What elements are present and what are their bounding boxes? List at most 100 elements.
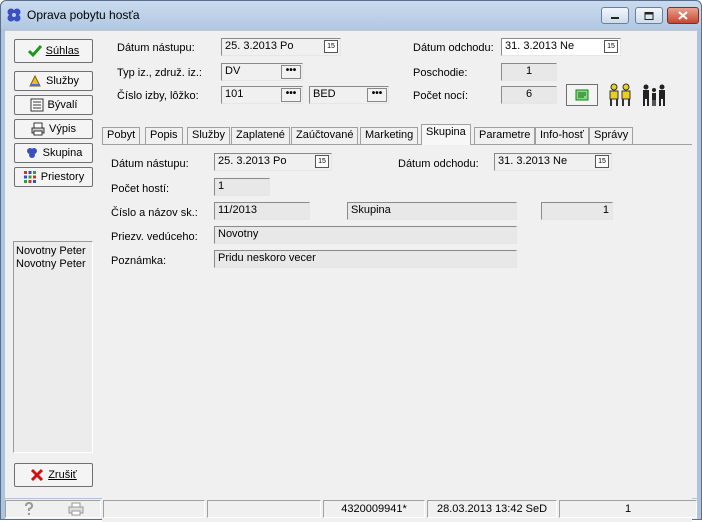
- guest-list-item[interactable]: Novotny Peter: [16, 258, 90, 271]
- tab-parametre[interactable]: Parametre: [474, 127, 536, 144]
- arrival-date-label: Dátum nástupu:: [117, 42, 195, 54]
- calendar-icon[interactable]: 15: [315, 155, 329, 168]
- two-adults-icon[interactable]: [607, 83, 633, 107]
- tab-zaplatene[interactable]: Zaplatené: [231, 127, 290, 144]
- group-arrival-value: 25. 3.2013 Po: [218, 155, 287, 167]
- calendar-icon[interactable]: 15: [324, 40, 338, 53]
- room-type-label: Typ iz., združ. iz.:: [117, 67, 202, 79]
- departure-date-value: 31. 3.2013 Ne: [505, 40, 575, 52]
- arrival-date-field[interactable]: 25. 3.2013 Po 15: [221, 38, 341, 56]
- guest-count-value: 1: [218, 180, 225, 192]
- note-field: Pridu neskoro vecer: [214, 250, 517, 268]
- group-count-value: 1: [602, 204, 609, 216]
- close-button[interactable]: [667, 7, 699, 24]
- status-bar: 4320009941* 28.03.2013 13:42 SeD 1: [5, 499, 697, 519]
- minimize-icon: [611, 16, 619, 19]
- guest-list-item[interactable]: Novotny Peter: [16, 245, 90, 258]
- accept-button-label: Súhlas: [45, 45, 80, 57]
- arrival-date-value: 25. 3.2013 Po: [225, 40, 294, 52]
- tab-skupina[interactable]: Skupina: [421, 124, 471, 145]
- group-number-field: 11/2013: [214, 202, 310, 220]
- services-icon: [29, 74, 41, 87]
- room-type-lookup-button[interactable]: •••: [281, 65, 301, 79]
- bed-value: BED: [313, 88, 336, 100]
- departure-date-field[interactable]: 31. 3.2013 Ne 15: [501, 38, 621, 56]
- status-code: 4320009941*: [323, 500, 425, 518]
- accept-button[interactable]: Súhlas: [14, 39, 93, 63]
- app-icon: [7, 8, 21, 22]
- note-icon: [575, 89, 589, 101]
- cancel-button-label: Zrušiť: [48, 469, 77, 481]
- list-icon: [30, 98, 44, 112]
- cancel-button[interactable]: Zrušiť: [14, 463, 93, 487]
- red-x-icon: [31, 468, 44, 482]
- print-button-label: Výpis: [49, 123, 76, 135]
- bed-lookup-button[interactable]: •••: [367, 88, 387, 102]
- leader-value: Novotny: [218, 228, 259, 240]
- floor-label: Poschodie:: [413, 67, 468, 79]
- group-button-label: Skupina: [42, 147, 83, 159]
- help-icon[interactable]: [23, 502, 35, 516]
- printer-icon[interactable]: [68, 502, 84, 516]
- group-name-field: Skupina: [347, 202, 517, 220]
- group-icon: [26, 148, 37, 158]
- note-button[interactable]: [566, 84, 598, 106]
- services-button-label: Služby: [45, 75, 80, 87]
- room-number-field[interactable]: 101 •••: [221, 86, 303, 104]
- tab-spravy[interactable]: Správy: [589, 127, 634, 144]
- tab-strip: Pobyt Popis Služby Zaplatené Zaúčtované …: [102, 124, 692, 145]
- title-bar: Oprava pobytu hosťa: [1, 1, 701, 29]
- departure-date-label: Dátum odchodu:: [413, 42, 494, 54]
- tab-pobyt[interactable]: Pobyt: [102, 127, 141, 144]
- guest-list[interactable]: Novotny Peter Novotny Peter: [13, 241, 93, 453]
- maximize-button[interactable]: [635, 7, 663, 24]
- group-name-value: Skupina: [351, 204, 391, 216]
- calendar-icon[interactable]: 15: [604, 40, 618, 53]
- services-button[interactable]: Služby: [14, 71, 93, 91]
- status-icons-cell: [5, 500, 101, 518]
- former-guests-button[interactable]: Bývalí: [14, 95, 93, 115]
- guest-count-label: Počet hostí:: [111, 183, 170, 195]
- room-type-field[interactable]: DV •••: [221, 63, 303, 81]
- dialog-body: Súhlas Služby Bývalí Výpis Skupina Pries…: [5, 30, 697, 522]
- group-arrival-field[interactable]: 25. 3.2013 Po 15: [214, 153, 332, 171]
- note-label: Poznámka:: [111, 255, 167, 267]
- group-count-field: 1: [541, 202, 613, 220]
- status-cell-empty: [103, 500, 205, 518]
- room-number-label: Číslo izby, lôžko:: [117, 90, 199, 102]
- minimize-button[interactable]: [601, 7, 629, 24]
- room-number-value: 101: [225, 88, 244, 100]
- tab-info-host[interactable]: Info-hosť: [535, 127, 589, 144]
- group-departure-field[interactable]: 31. 3.2013 Ne 15: [494, 153, 612, 171]
- tab-marketing[interactable]: Marketing: [360, 127, 419, 144]
- group-tab-panel: Dátum nástupu: 25. 3.2013 Po 15 Dátum od…: [102, 144, 692, 522]
- group-departure-value: 31. 3.2013 Ne: [498, 155, 568, 167]
- status-datetime: 28.03.2013 13:42 SeD: [427, 500, 557, 518]
- floor-value: 1: [525, 65, 533, 77]
- rooms-button-label: Priestory: [40, 171, 85, 183]
- bed-field[interactable]: BED •••: [309, 86, 389, 104]
- checkmark-icon: [27, 45, 42, 58]
- group-departure-label: Dátum odchodu:: [398, 158, 479, 170]
- tab-popis[interactable]: Popis: [145, 127, 183, 144]
- nights-label: Počet nocí:: [413, 90, 469, 102]
- rooms-button[interactable]: Priestory: [14, 167, 93, 187]
- calendar-icon[interactable]: 15: [595, 155, 609, 168]
- maximize-icon: [644, 11, 654, 20]
- note-value: Pridu neskoro vecer: [218, 252, 316, 264]
- print-button[interactable]: Výpis: [14, 119, 93, 139]
- leader-field: Novotny: [214, 226, 517, 244]
- printer-icon: [31, 122, 45, 136]
- floor-field: 1: [501, 63, 557, 81]
- tab-zauctovane[interactable]: Zaúčtované: [291, 127, 359, 144]
- group-button[interactable]: Skupina: [14, 143, 93, 163]
- room-lookup-button[interactable]: •••: [281, 88, 301, 102]
- status-page: 1: [559, 500, 697, 518]
- group-arrival-label: Dátum nástupu:: [111, 158, 189, 170]
- tab-sluzby[interactable]: Služby: [187, 127, 231, 144]
- nights-field: 6: [501, 86, 557, 104]
- family-icon[interactable]: [641, 83, 667, 107]
- close-icon: [678, 11, 688, 20]
- room-type-value: DV: [225, 65, 241, 77]
- former-guests-button-label: Bývalí: [47, 99, 78, 111]
